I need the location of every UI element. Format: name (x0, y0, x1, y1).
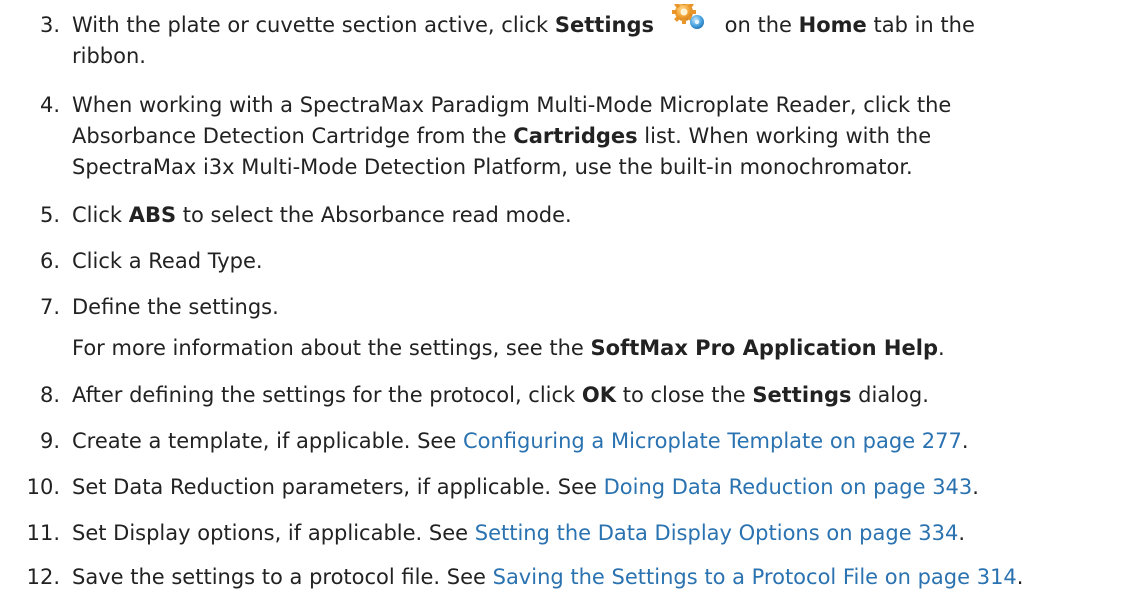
step-number: 7. (39, 295, 60, 319)
step-number: 12. (26, 565, 60, 589)
ui-term-abs: ABS (128, 203, 177, 227)
ui-term-ok: OK (581, 383, 617, 407)
ui-term-softmax-help: SoftMax Pro Application Help (590, 336, 938, 360)
link-configuring-template[interactable]: Configuring a Microplate Template on pag… (463, 429, 962, 453)
step-number: 3. (39, 13, 60, 37)
link-data-display-options[interactable]: Setting the Data Display Options on page… (475, 521, 959, 545)
gears-icon (654, 4, 718, 36)
ui-term-settings-dialog: Settings (752, 383, 852, 407)
step-number: 4. (39, 93, 60, 117)
ui-term-settings: Settings (554, 13, 654, 37)
step-number: 10. (26, 475, 60, 499)
link-data-reduction[interactable]: Doing Data Reduction on page 343 (604, 475, 973, 499)
ui-term-cartridges: Cartridges (513, 124, 638, 148)
document-page: 3. With the plate or cuvette section act… (0, 0, 1122, 594)
step-number: 8. (39, 383, 60, 407)
step-number: 9. (39, 429, 60, 453)
step-number: 6. (39, 249, 60, 273)
link-saving-settings[interactable]: Saving the Settings to a Protocol File o… (493, 565, 1017, 589)
step-number: 11. (26, 521, 60, 545)
ui-term-home: Home (798, 13, 867, 37)
step-number: 5. (39, 203, 60, 227)
